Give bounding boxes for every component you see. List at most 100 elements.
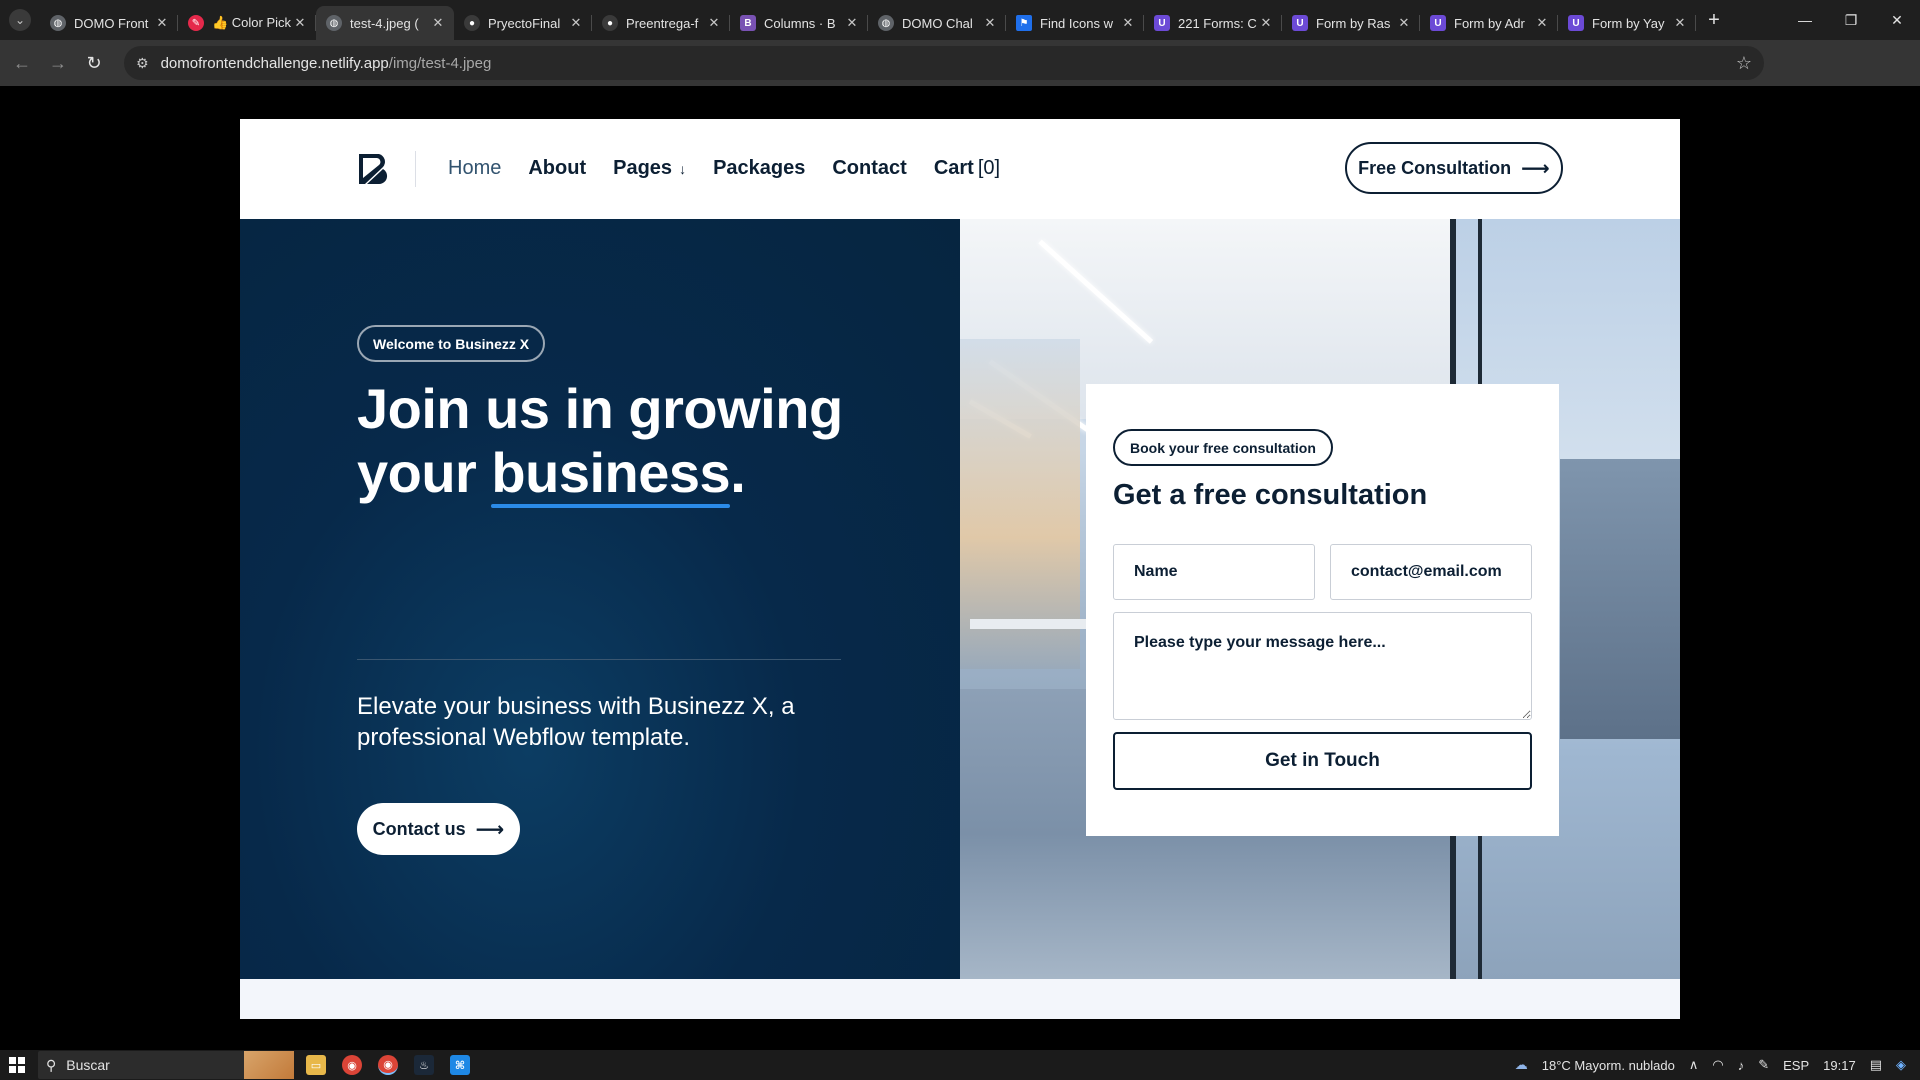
restore-icon[interactable]: ❐ [1828,0,1874,40]
hero-title-highlight: business [491,441,731,508]
tab-search-button[interactable]: ⌄ [0,0,40,40]
weather-text[interactable]: 18°C Mayorm. nublado [1542,1058,1675,1073]
email-field[interactable] [1330,544,1532,600]
taskbar-search-label: Buscar [66,1057,110,1073]
tab-title: Form by Adr [1454,15,1525,31]
language-indicator[interactable]: ESP [1783,1058,1809,1073]
browser-tab[interactable]: ● PryectoFinal ✕ [454,6,592,40]
site-header: Home About Pages ↓ Packages Contact Cart[… [240,119,1680,219]
tab-title: 221 Forms: C [1178,15,1257,31]
browser-tab[interactable]: U 221 Forms: C ✕ [1144,6,1282,40]
book-consultation-badge: Book your free consultation [1113,429,1333,466]
tab-title: Find Icons w [1040,15,1113,31]
tab-title: DOMO Chal [902,15,973,31]
close-icon[interactable]: ✕ [1120,15,1136,31]
tab-title: DOMO Front [74,15,149,31]
site-info-icon[interactable]: ⚙ [136,55,149,72]
browser-tab[interactable]: ◍ DOMO Front ✕ [40,6,178,40]
uiverse-icon: U [1430,15,1446,31]
browser-tab-active[interactable]: ◍ test-4.jpeg ( ✕ [316,6,454,40]
weather-icon: ☁ [1514,1057,1528,1072]
globe-icon: ◍ [326,15,342,31]
main-nav: Home About Pages ↓ Packages Contact Cart[… [448,157,1027,180]
address-bar-row: ← → ↻ ⚙ domofrontendchallenge.netlify.ap… [0,40,1920,113]
browser-tab[interactable]: B Columns · B ✕ [730,6,868,40]
browser-tab[interactable]: ◍ DOMO Chal ✕ [868,6,1006,40]
flag-icon: ⚑ [1016,15,1032,31]
chevron-up-icon[interactable]: ∧ [1689,1057,1699,1073]
close-icon[interactable]: ✕ [568,15,584,31]
globe-icon: ◍ [50,15,66,31]
tab-title: 👍 Color Pick [212,15,292,30]
close-icon[interactable]: ✕ [982,15,998,31]
bookmark-star-icon[interactable]: ☆ [1736,53,1752,74]
window-controls: — ❐ ✕ [1782,0,1920,40]
browser-tab[interactable]: U Form by Adr ✕ [1420,6,1558,40]
chrome-icon[interactable]: ◉ [342,1055,362,1075]
browser-tab[interactable]: ● Preentrega-f ✕ [592,6,730,40]
tab-strip: ◍ DOMO Front ✕ ✎ 👍 Color Pick ✕ ◍ test-4.jpeg… [40,0,1696,40]
hero-title: Join us in growing your business. [357,377,877,508]
vscode-icon[interactable]: ⌘ [450,1055,470,1075]
contact-us-button[interactable]: Contact us ⟶ [357,803,520,855]
close-icon[interactable]: ✕ [292,15,308,31]
browser-tab[interactable]: ✎ 👍 Color Pick ✕ [178,6,316,40]
copilot-icon[interactable]: ◈ [1896,1057,1906,1073]
message-field[interactable] [1113,612,1532,720]
uiverse-icon: U [1568,15,1584,31]
steam-icon[interactable]: ♨ [414,1055,434,1075]
volume-icon[interactable]: ♪ [1738,1058,1745,1073]
new-tab-button[interactable]: + [1696,3,1732,37]
close-icon[interactable]: ✕ [844,15,860,31]
get-in-touch-button[interactable]: Get in Touch [1113,732,1532,790]
city-buildings [1560,459,1680,739]
nav-packages[interactable]: Packages [713,157,805,180]
url-bar[interactable]: ⚙ domofrontendchallenge.netlify.app/img/… [124,46,1764,80]
website-frame: Home About Pages ↓ Packages Contact Cart[… [240,119,1680,1019]
url-path: /img/test-4.jpeg [388,54,492,72]
windows-start-icon[interactable] [0,1050,34,1080]
url-host: domofrontendchallenge.netlify.app [160,54,389,72]
back-arrow-icon[interactable]: ← [4,45,40,81]
minimize-icon[interactable]: — [1782,0,1828,40]
tab-title: test-4.jpeg ( [350,15,419,31]
pen-icon[interactable]: ✎ [1758,1057,1769,1073]
clock[interactable]: 19:17 [1823,1058,1856,1073]
logo-divider [415,151,416,187]
nav-pages[interactable]: Pages ↓ [613,157,686,180]
browser-tab[interactable]: U Form by Ras ✕ [1282,6,1420,40]
close-icon[interactable]: ✕ [706,15,722,31]
reload-icon[interactable]: ↻ [76,45,112,81]
nav-contact[interactable]: Contact [832,157,906,180]
wifi-icon[interactable]: ◠ [1712,1057,1723,1073]
chrome-active-icon[interactable]: ◉ [378,1055,398,1075]
close-icon[interactable]: ✕ [1396,15,1412,31]
tab-title: Columns · B [764,15,836,31]
browser-tab[interactable]: ⚑ Find Icons w ✕ [1006,6,1144,40]
nav-about[interactable]: About [528,157,586,180]
close-icon[interactable]: ✕ [1672,15,1688,31]
hero-subtitle: Elevate your business with Businezz X, a… [357,693,795,751]
file-explorer-icon[interactable]: ▭ [306,1055,326,1075]
github-icon: ● [464,15,480,31]
nav-home[interactable]: Home [448,157,501,180]
hero-title-period: . [730,441,746,504]
taskbar-search[interactable]: ⚲ Buscar [38,1051,294,1079]
forward-arrow-icon[interactable]: → [40,45,76,81]
free-consultation-button[interactable]: Free Consultation ⟶ [1345,142,1563,194]
browser-tab-bar: ⌄ ◍ DOMO Front ✕ ✎ 👍 Color Pick ✕ ◍ test-4.jp… [0,0,1920,40]
hero-title-line1: Join us in growing [357,377,843,440]
close-icon[interactable]: ✕ [430,15,446,31]
name-field[interactable] [1113,544,1315,600]
close-icon[interactable]: ✕ [1258,15,1274,31]
businezz-logo-icon[interactable] [357,152,389,186]
contact-us-label: Contact us [372,818,466,839]
tab-title: Form by Yay [1592,15,1665,31]
close-icon[interactable]: ✕ [1534,15,1550,31]
notification-icon[interactable]: ▤ [1870,1057,1882,1073]
nav-cart[interactable]: Cart [0] [934,157,1000,180]
browser-tab[interactable]: U Form by Yay ✕ [1558,6,1696,40]
close-window-icon[interactable]: ✕ [1874,0,1920,40]
close-icon[interactable]: ✕ [154,15,170,31]
search-highlight-image [244,1051,294,1079]
